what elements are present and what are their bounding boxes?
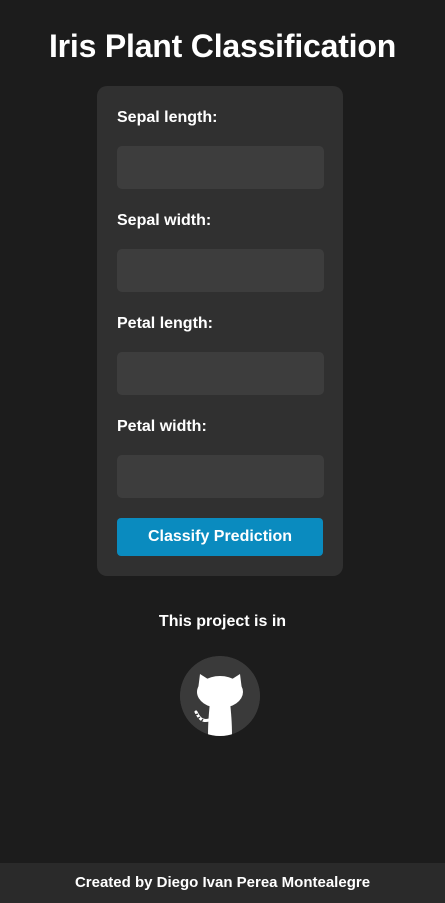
classify-prediction-button[interactable]: Classify Prediction — [117, 518, 323, 556]
footer-credit: Created by Diego Ivan Perea Montealegre — [74, 874, 371, 891]
project-location-text: This project is in — [158, 613, 287, 630]
petal-width-label: Petal width: — [117, 418, 207, 435]
sepal-width-label: Sepal width: — [117, 212, 212, 229]
sepal-length-input[interactable] — [117, 146, 324, 189]
sepal-width-input[interactable] — [117, 249, 324, 292]
github-link[interactable] — [180, 656, 260, 736]
petal-length-input[interactable] — [117, 352, 324, 395]
page-title: Iris Plant Classification — [48, 28, 397, 64]
footer: Created by Diego Ivan Perea Montealegre — [0, 863, 445, 903]
github-icon — [180, 656, 260, 736]
petal-length-label: Petal length: — [117, 315, 214, 332]
sepal-length-label: Sepal length: — [117, 109, 218, 126]
petal-width-input[interactable] — [117, 455, 324, 498]
prediction-form: Sepal length: Sepal width: Petal length:… — [97, 86, 343, 576]
